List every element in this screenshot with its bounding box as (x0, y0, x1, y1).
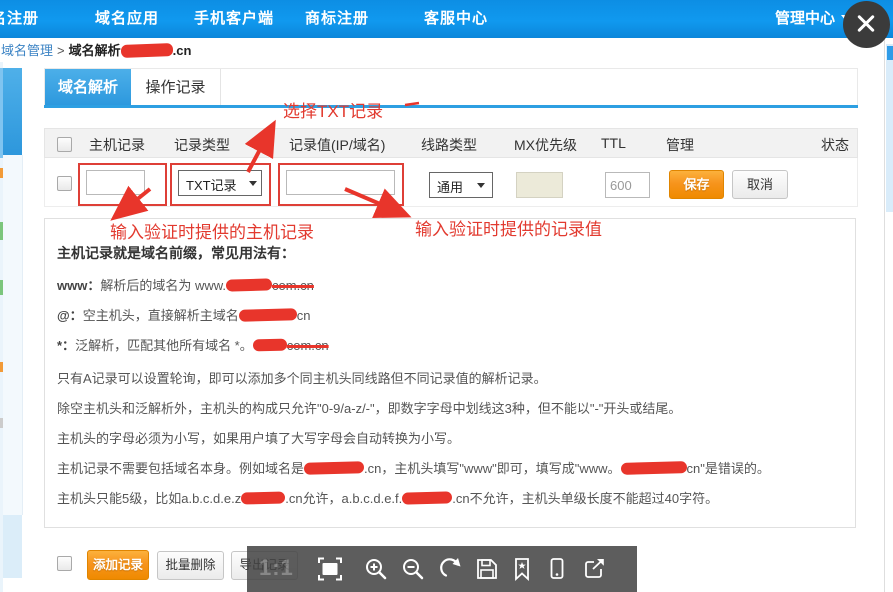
breadcrumb-current-page: 域名解析 (69, 43, 121, 58)
redaction-scribble (620, 461, 686, 475)
ttl-input[interactable] (605, 172, 650, 198)
column-header-manage: 管理 (666, 135, 694, 155)
table-header-row: 主机记录 记录类型 记录值(IP/域名) 线路类型 MX优先级 TTL 管理 状… (44, 128, 858, 158)
manage-center-label: 管理中心 (775, 10, 835, 27)
help-title: 主机记录就是域名前缀，常见用法有： (57, 243, 295, 263)
nav-item-mobile-client[interactable]: 手机客户端 (194, 7, 274, 28)
bookmark-icon[interactable] (509, 556, 535, 582)
left-sidebar-sliver-bottom (3, 515, 22, 578)
tab-bar: 域名解析 操作记录 (44, 68, 858, 107)
nav-item-domain-apps[interactable]: 域名应用 (95, 7, 159, 28)
right-page-border (884, 38, 885, 592)
row-checkbox[interactable] (57, 176, 72, 191)
image-viewer-toolbar: 1:1 (247, 546, 637, 592)
device-icon[interactable] (544, 556, 570, 582)
line-type-value: 通用 (437, 177, 463, 196)
annotation-value-hint: 输入验证时提供的记录值 (415, 215, 602, 240)
nav-item-domain-register[interactable]: 名注册 (0, 7, 39, 28)
host-record-input[interactable] (86, 170, 145, 195)
annotation-select-txt: 选择TXT记录 (283, 97, 383, 122)
breadcrumb-separator: > (57, 43, 65, 58)
line-type-select[interactable]: 通用 (429, 172, 493, 198)
help-line-lowercase: 主机头的字母必须为小写，如果用户填了大写字母会自动转换为小写。 (57, 428, 460, 447)
tab-underline (44, 105, 858, 108)
cancel-button[interactable]: 取消 (732, 170, 788, 199)
column-header-line: 线路类型 (421, 135, 477, 155)
right-edge-fragment (887, 46, 893, 60)
add-record-button[interactable]: 添加记录 (87, 550, 149, 580)
redaction-scribble (239, 308, 297, 322)
rotate-icon[interactable] (438, 556, 464, 582)
top-navbar: 名注册 域名应用 手机客户端 商标注册 客服中心 管理中心 (0, 0, 893, 38)
help-line-no-domain: 主机记录不需要包括域名本身。例如域名是.cn，主机头填写"www"即可，填写成"… (57, 458, 770, 477)
record-type-value: TXT记录 (186, 175, 237, 194)
save-button[interactable]: 保存 (669, 170, 724, 199)
column-header-mx: MX优先级 (514, 135, 577, 155)
zoom-in-icon[interactable] (363, 556, 389, 582)
help-line-www: www：解析后的域名为 www.com.cn (57, 275, 314, 294)
left-sidebar-sliver-body (3, 155, 23, 515)
nav-item-manage-center[interactable]: 管理中心 (775, 7, 851, 28)
select-all-checkbox[interactable] (57, 137, 72, 152)
help-line-at: @：空主机头，直接解析主域名cn (57, 305, 310, 324)
help-line-levels: 主机头只能5级，比如a.b.c.d.e.z.cn允许，a.b.c.d.e.f..… (57, 488, 718, 507)
column-header-ttl: TTL (601, 135, 626, 151)
actual-size-label: 1:1 (259, 555, 294, 581)
share-icon[interactable] (582, 556, 608, 582)
redaction-scribble (120, 43, 172, 58)
zoom-out-icon[interactable] (400, 556, 426, 582)
redaction-scribble (241, 491, 285, 504)
record-value-input[interactable] (286, 170, 395, 195)
redaction-scribble (253, 339, 287, 352)
chevron-down-icon (249, 181, 257, 186)
table-row: TXT记录 通用 保存 取消 (44, 158, 858, 207)
breadcrumb-domain-suffix: .cn (173, 43, 192, 58)
fit-screen-icon[interactable] (317, 556, 343, 582)
nav-item-customer-service[interactable]: 客服中心 (424, 7, 488, 28)
help-line-charset: 除空主机头和泛解析外，主机头的构成只允许"0-9/a-z/-"，即数字字母中划线… (57, 398, 681, 417)
column-header-type: 记录类型 (174, 135, 230, 155)
column-header-status: 状态 (821, 135, 849, 155)
column-header-host: 主机记录 (89, 135, 145, 155)
help-line-a-record: 只有A记录可以设置轮询，即可以添加多个同主机头同线路但不同记录值的解析记录。 (57, 368, 547, 387)
help-line-wildcard: *：泛解析，匹配其他所有域名 *。com.cn (57, 335, 329, 354)
right-edge-panel (886, 44, 893, 212)
tab-operation-log[interactable]: 操作记录 (131, 69, 221, 107)
nav-item-trademark[interactable]: 商标注册 (305, 7, 369, 28)
record-type-select[interactable]: TXT记录 (178, 170, 262, 196)
save-icon[interactable] (474, 556, 500, 582)
breadcrumb-domain-management[interactable]: 域名管理 (1, 43, 53, 58)
annotation-host-hint: 输入验证时提供的主机记录 (110, 218, 314, 243)
batch-delete-button[interactable]: 批量删除 (157, 551, 224, 580)
close-button[interactable] (843, 1, 890, 48)
redaction-scribble (226, 278, 272, 291)
mx-priority-input (516, 172, 563, 198)
redaction-scribble (402, 491, 452, 504)
chevron-down-icon (477, 183, 485, 188)
redaction-scribble (304, 461, 364, 475)
left-sidebar-sliver-top (3, 68, 22, 155)
tab-domain-resolution[interactable]: 域名解析 (45, 69, 131, 107)
bottom-select-all-checkbox[interactable] (57, 556, 72, 571)
breadcrumb: 域名管理 > 域名解析 .cn (0, 40, 191, 60)
column-header-value: 记录值(IP/域名) (289, 135, 385, 155)
